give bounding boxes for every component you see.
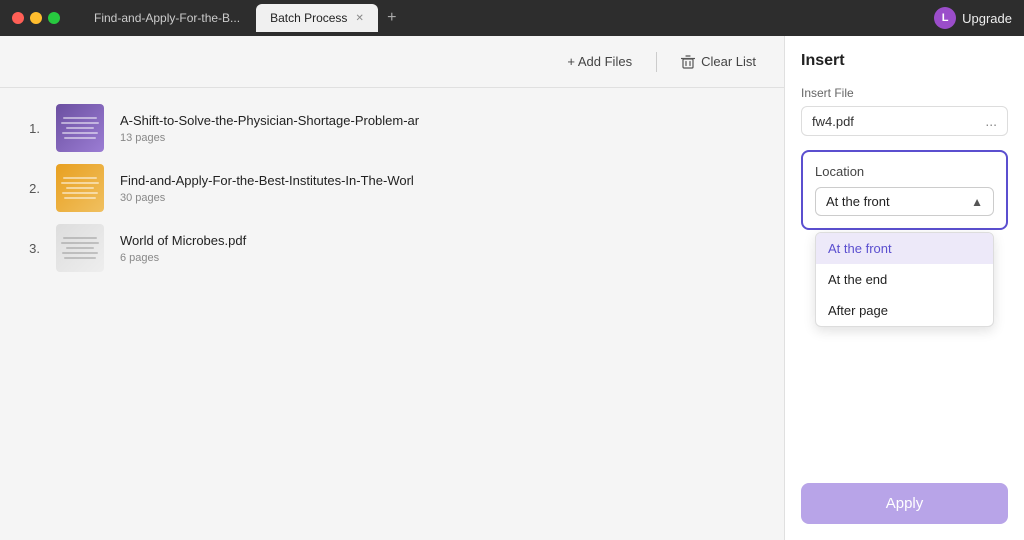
maximize-button[interactable] xyxy=(48,12,60,24)
location-box: Location At the front ▲ At the front At … xyxy=(801,150,1008,230)
file-thumbnail xyxy=(56,224,104,272)
close-icon[interactable]: ✕ xyxy=(355,13,363,24)
sidebar-title: Insert xyxy=(801,52,1008,70)
tab-batch-process[interactable]: Batch Process ✕ xyxy=(256,4,378,32)
apply-button[interactable]: Apply xyxy=(801,483,1008,524)
list-item: 1. A-Shift-to-Solve-the-Physician-Shorta… xyxy=(20,104,764,152)
close-button[interactable] xyxy=(12,12,24,24)
tab-label: Batch Process xyxy=(270,11,347,25)
file-info: Find-and-Apply-For-the-Best-Institutes-I… xyxy=(120,173,414,204)
file-name: Find-and-Apply-For-the-Best-Institutes-I… xyxy=(120,173,414,188)
file-list: 1. A-Shift-to-Solve-the-Physician-Shorta… xyxy=(0,88,784,288)
add-tab-button[interactable]: + xyxy=(380,6,404,30)
file-number: 1. xyxy=(20,121,40,136)
file-name: A-Shift-to-Solve-the-Physician-Shortage-… xyxy=(120,113,419,128)
upgrade-label: Upgrade xyxy=(962,11,1012,26)
titlebar: Find-and-Apply-For-the-B... Batch Proces… xyxy=(0,0,1024,36)
insert-file-name: fw4.pdf xyxy=(812,114,854,129)
location-option-front[interactable]: At the front xyxy=(816,233,993,264)
upgrade-button[interactable]: L Upgrade xyxy=(934,7,1012,29)
tabs: Find-and-Apply-For-the-B... Batch Proces… xyxy=(80,4,926,32)
file-pages: 6 pages xyxy=(120,252,246,264)
tab-find-and-apply[interactable]: Find-and-Apply-For-the-B... xyxy=(80,4,254,32)
traffic-lights xyxy=(12,12,60,24)
avatar: L xyxy=(934,7,956,29)
file-list-area: + Add Files Clear List 1. xyxy=(0,36,784,540)
location-label: Location xyxy=(815,164,994,179)
tab-label: Find-and-Apply-For-the-B... xyxy=(94,11,240,25)
more-options-button[interactable]: ... xyxy=(985,113,997,129)
sidebar: Insert Insert File fw4.pdf ... Location … xyxy=(784,36,1024,540)
location-value: At the front xyxy=(826,194,890,209)
chevron-up-icon: ▲ xyxy=(971,195,983,209)
list-item: 3. World of Microbes.pdf 6 pages xyxy=(20,224,764,272)
file-number: 3. xyxy=(20,241,40,256)
file-thumbnail xyxy=(56,164,104,212)
file-pages: 30 pages xyxy=(120,192,414,204)
file-info: A-Shift-to-Solve-the-Physician-Shortage-… xyxy=(120,113,419,144)
location-option-end[interactable]: At the end xyxy=(816,264,993,295)
location-option-after-page[interactable]: After page xyxy=(816,295,993,326)
toolbar: + Add Files Clear List xyxy=(0,36,784,88)
list-item: 2. Find-and-Apply-For-the-Best-Institute… xyxy=(20,164,764,212)
trash-icon xyxy=(681,55,695,69)
minimize-button[interactable] xyxy=(30,12,42,24)
location-dropdown: At the front At the end After page xyxy=(815,232,994,327)
file-thumbnail xyxy=(56,104,104,152)
insert-file-label: Insert File xyxy=(801,86,1008,100)
plus-icon: + xyxy=(387,9,396,27)
location-select[interactable]: At the front ▲ xyxy=(815,187,994,216)
file-info: World of Microbes.pdf 6 pages xyxy=(120,233,246,264)
insert-file-row: fw4.pdf ... xyxy=(801,106,1008,136)
file-pages: 13 pages xyxy=(120,132,419,144)
main-content: + Add Files Clear List 1. xyxy=(0,36,1024,540)
add-files-button[interactable]: + Add Files xyxy=(559,50,640,73)
clear-list-button[interactable]: Clear List xyxy=(673,50,764,73)
toolbar-separator xyxy=(656,52,657,72)
file-number: 2. xyxy=(20,181,40,196)
file-name: World of Microbes.pdf xyxy=(120,233,246,248)
